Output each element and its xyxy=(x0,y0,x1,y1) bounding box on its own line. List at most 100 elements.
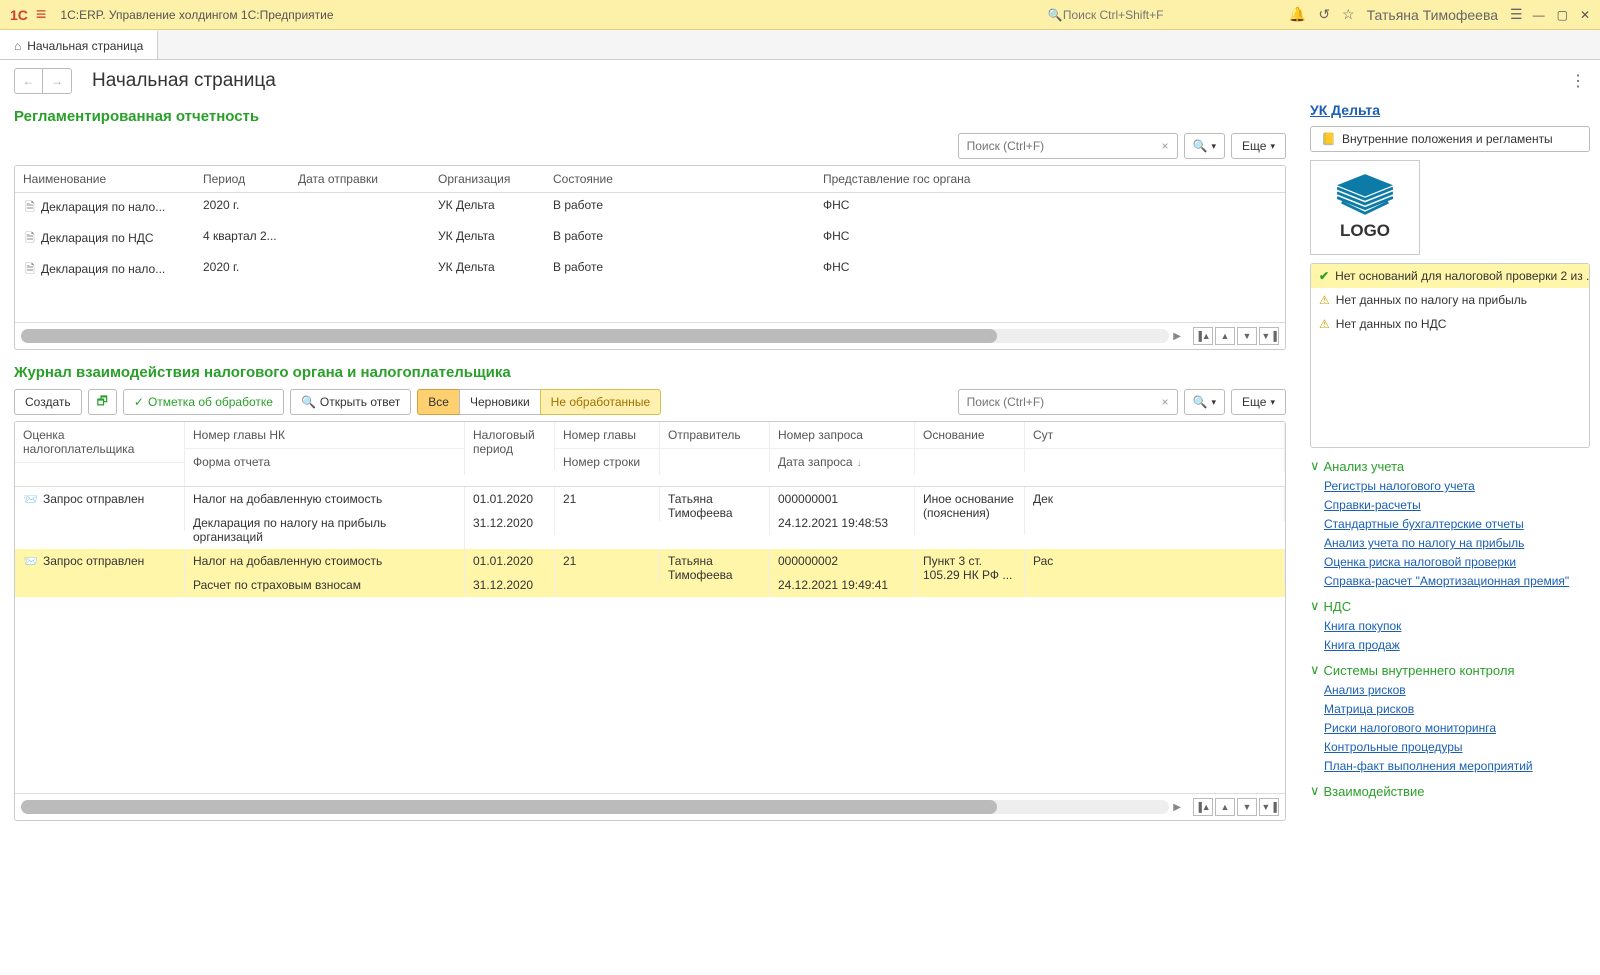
side-link[interactable]: Анализ рисков xyxy=(1324,683,1590,697)
reports-search-input[interactable] xyxy=(967,139,1158,153)
journal-row[interactable]: 📨Запрос отправлен Налог на добавленную с… xyxy=(15,549,1285,597)
side-section-toggle[interactable]: ∨ Взаимодействие xyxy=(1310,783,1590,799)
side-link[interactable]: Книга покупок xyxy=(1324,619,1590,633)
side-section: ∨ НДС Книга покупок Книга продаж xyxy=(1310,598,1590,652)
side-link[interactable]: План-факт выполнения мероприятий xyxy=(1324,759,1590,773)
message-row[interactable]: ⚠Нет данных по НДС xyxy=(1311,312,1589,336)
open-answer-button[interactable]: 🔍 Открыть ответ xyxy=(290,389,411,415)
col-status[interactable]: Состояние xyxy=(545,166,815,193)
create-button[interactable]: Создать xyxy=(14,389,82,415)
internal-docs-button[interactable]: 📒 Внутренние положения и регламенты xyxy=(1310,126,1590,152)
user-name[interactable]: Татьяна Тимофеева xyxy=(1367,7,1498,23)
nav-up-icon[interactable]: ▲ xyxy=(1215,798,1235,816)
tab-home[interactable]: ⌂ Начальная страница xyxy=(0,30,158,59)
col-period[interactable]: Период xyxy=(195,166,290,193)
reports-advanced-search-button[interactable]: 🔍 ▾ xyxy=(1184,133,1225,159)
side-section-toggle[interactable]: ∨ НДС xyxy=(1310,598,1590,614)
message-row[interactable]: ⚠Нет данных по налогу на прибыль xyxy=(1311,288,1589,312)
jh-status[interactable]: Оценка налогоплательщика xyxy=(15,422,185,462)
journal-search-clear-icon[interactable]: × xyxy=(1158,395,1173,409)
search-icon: 🔍 xyxy=(1193,395,1208,409)
main-menu-icon[interactable]: ≡ xyxy=(36,4,47,25)
nav-last-icon[interactable]: ▼▐ xyxy=(1259,327,1279,345)
col-sent[interactable]: Дата отправки xyxy=(290,166,430,193)
scroll-right-icon[interactable]: ▶ xyxy=(1173,802,1181,813)
journal-search-input[interactable] xyxy=(967,395,1158,409)
side-link[interactable]: Анализ учета по налогу на прибыль xyxy=(1324,536,1590,550)
side-link[interactable]: Справки-расчеты xyxy=(1324,498,1590,512)
section-journal-title: Журнал взаимодействия налогового органа … xyxy=(14,364,1286,381)
jh-subj[interactable]: Сут xyxy=(1025,422,1285,448)
nav-forward[interactable]: → xyxy=(43,69,71,93)
nav-first-icon[interactable]: ▐▲ xyxy=(1193,798,1213,816)
side-link[interactable]: Книга продаж xyxy=(1324,638,1590,652)
side-section-toggle[interactable]: ∨ Анализ учета xyxy=(1310,458,1590,474)
page-title: Начальная страница xyxy=(92,70,276,92)
col-gov[interactable]: Представление гос органа xyxy=(815,166,1285,193)
jh-period[interactable]: Налоговый период xyxy=(465,422,555,470)
table-row[interactable]: 🗎Декларация по НДС4 квартал 2...УК Дельт… xyxy=(15,224,1285,255)
journal-hscroll[interactable] xyxy=(21,800,1169,814)
scroll-right-icon[interactable]: ▶ xyxy=(1173,331,1181,342)
message-row[interactable]: ✔Нет оснований для налоговой проверки 2 … xyxy=(1311,264,1589,288)
side-link[interactable]: Матрица рисков xyxy=(1324,702,1590,716)
jh-chapter[interactable]: Номер главы НК xyxy=(185,422,465,448)
side-section-toggle[interactable]: ∨ Системы внутреннего контроля xyxy=(1310,662,1590,678)
star-icon[interactable]: ☆ xyxy=(1342,6,1355,23)
nav-back[interactable]: ← xyxy=(15,69,43,93)
side-link[interactable]: Контрольные процедуры xyxy=(1324,740,1590,754)
col-org[interactable]: Организация xyxy=(430,166,545,193)
page-menu-icon[interactable]: ⋮ xyxy=(1570,71,1586,91)
bell-icon[interactable]: 🔔 xyxy=(1289,6,1306,23)
jh-form[interactable]: Форма отчета xyxy=(185,448,465,475)
side-link[interactable]: Стандартные бухгалтерские отчеты xyxy=(1324,517,1590,531)
maximize-icon[interactable]: ▢ xyxy=(1557,8,1568,22)
jh-reqno[interactable]: Номер запроса xyxy=(770,422,915,448)
message-text: Нет данных по НДС xyxy=(1336,317,1447,331)
document-icon: 🗎 xyxy=(23,198,37,219)
filter-all[interactable]: Все xyxy=(417,389,460,415)
nav-first-icon[interactable]: ▐▲ xyxy=(1193,327,1213,345)
app-title: 1С:ERP. Управление холдингом 1С:Предприя… xyxy=(60,8,333,22)
mark-processed-button[interactable]: ✓ Отметка об обработке xyxy=(123,389,284,415)
reports-table: Наименование Период Дата отправки Органи… xyxy=(14,165,1286,350)
col-name[interactable]: Наименование xyxy=(15,166,195,193)
journal-more-button[interactable]: Еще ▾ xyxy=(1231,389,1286,415)
nav-down-icon[interactable]: ▼ xyxy=(1237,798,1257,816)
chevron-down-icon: ▾ xyxy=(1212,397,1217,408)
journal-advanced-search-button[interactable]: 🔍 ▾ xyxy=(1184,389,1225,415)
side-link[interactable]: Справка-расчет "Амортизационная премия" xyxy=(1324,574,1590,588)
filter-unprocessed[interactable]: Не обработанные xyxy=(540,389,661,415)
filter-drafts[interactable]: Черновики xyxy=(459,389,541,415)
global-search[interactable]: 🔍 xyxy=(1042,6,1269,24)
jh-sender[interactable]: Отправитель xyxy=(660,422,770,448)
reports-search-clear-icon[interactable]: × xyxy=(1158,139,1173,153)
side-link[interactable]: Регистры налогового учета xyxy=(1324,479,1590,493)
company-link[interactable]: УК Дельта xyxy=(1310,102,1380,118)
jh-reqdate[interactable]: Дата запроса↓ xyxy=(770,448,915,475)
table-row[interactable]: 🗎Декларация по нало...2020 г.УК ДельтаВ … xyxy=(15,193,1285,225)
global-search-input[interactable] xyxy=(1063,8,1263,22)
reports-search[interactable]: × xyxy=(958,133,1178,159)
jh-basis[interactable]: Основание xyxy=(915,422,1025,448)
nav-up-icon[interactable]: ▲ xyxy=(1215,327,1235,345)
jh-lineno[interactable]: Номер строки xyxy=(555,448,660,475)
history-icon[interactable]: ↺ xyxy=(1318,6,1330,23)
copy-button[interactable]: 🗗 xyxy=(88,389,117,415)
logo-text: LOGO xyxy=(1340,221,1390,241)
minimize-icon[interactable]: — xyxy=(1533,8,1545,22)
nav-last-icon[interactable]: ▼▐ xyxy=(1259,798,1279,816)
journal-search[interactable]: × xyxy=(958,389,1178,415)
journal-filter-tabs: Все Черновики Не обработанные xyxy=(417,389,661,415)
side-link[interactable]: Оценка риска налоговой проверки xyxy=(1324,555,1590,569)
table-row[interactable]: 🗎Декларация по нало...2020 г.УК ДельтаВ … xyxy=(15,255,1285,286)
nav-down-icon[interactable]: ▼ xyxy=(1237,327,1257,345)
reports-hscroll[interactable] xyxy=(21,329,1169,343)
journal-row[interactable]: 📨Запрос отправлен Налог на добавленную с… xyxy=(15,487,1285,549)
close-icon[interactable]: ✕ xyxy=(1580,8,1590,22)
chevron-down-icon: ∨ xyxy=(1310,598,1320,614)
side-link[interactable]: Риски налогового мониторинга xyxy=(1324,721,1590,735)
menu-icon[interactable]: ☰ xyxy=(1510,6,1523,23)
jh-chaptno[interactable]: Номер главы xyxy=(555,422,660,448)
reports-more-button[interactable]: Еще ▾ xyxy=(1231,133,1286,159)
